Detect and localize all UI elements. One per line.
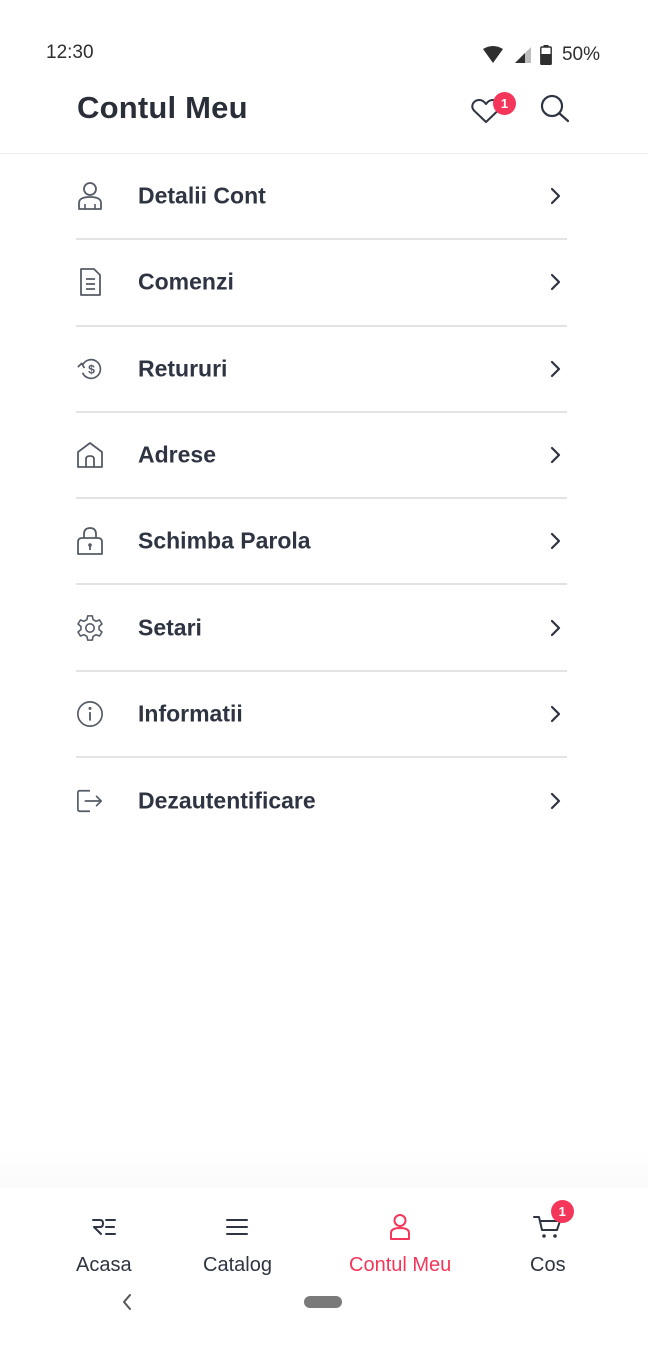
nav-label: Cos <box>530 1254 566 1276</box>
search-icon <box>538 94 572 130</box>
app-header: Contul Meu 1 <box>0 76 648 154</box>
chevron-right-icon <box>549 360 563 378</box>
menu-item-setari[interactable]: Setari <box>76 585 567 672</box>
wifi-icon <box>482 46 504 64</box>
search-button[interactable] <box>538 92 572 126</box>
nav-item-catalog[interactable]: Catalog <box>203 1212 272 1277</box>
menu-item-label: Retururi <box>138 355 228 382</box>
status-time: 12:30 <box>46 42 94 63</box>
menu-lines-icon <box>222 1212 252 1242</box>
lock-icon <box>76 526 104 556</box>
menu-item-informatii[interactable]: Informatii <box>76 672 567 759</box>
menu-item-retururi[interactable]: $ Retururi <box>76 327 567 413</box>
home-icon <box>76 440 104 470</box>
menu-item-label: Dezautentificare <box>138 787 316 814</box>
menu-item-label: Setari <box>138 614 202 641</box>
menu-item-detalii-cont[interactable]: Detalii Cont <box>76 154 567 241</box>
menu-item-label: Adrese <box>138 441 216 468</box>
nav-label: Contul Meu <box>349 1254 452 1276</box>
menu-item-label: Informatii <box>138 700 243 727</box>
user-icon <box>385 1212 415 1242</box>
favorites-count-badge: 1 <box>493 92 516 115</box>
cart-icon: 1 <box>532 1200 574 1242</box>
chevron-right-icon <box>549 273 563 291</box>
menu-item-comenzi[interactable]: Comenzi <box>76 240 567 327</box>
menu-item-adrese[interactable]: Adrese <box>76 413 567 500</box>
chevron-right-icon <box>549 532 563 550</box>
favorites-button[interactable]: 1 <box>467 92 519 132</box>
gear-icon <box>76 613 104 643</box>
account-menu: Detalii Cont Comenzi $ Retururi Adrese S… <box>76 154 567 844</box>
menu-item-dezautentificare[interactable]: Dezautentificare <box>76 758 567 844</box>
svg-text:$: $ <box>88 362 95 376</box>
system-back-icon[interactable] <box>118 1290 136 1314</box>
chevron-right-icon <box>549 187 563 205</box>
chevron-right-icon <box>549 792 563 810</box>
page-title: Contul Meu <box>77 90 248 125</box>
cart-count-badge: 1 <box>550 1200 574 1223</box>
cell-signal-icon <box>512 46 532 64</box>
user-icon <box>76 181 104 211</box>
battery-percent: 50% <box>561 44 600 65</box>
menu-item-schimba-parola[interactable]: Schimba Parola <box>76 499 567 586</box>
chevron-right-icon <box>549 446 563 464</box>
logo-icon <box>89 1212 119 1242</box>
battery-icon <box>540 45 552 65</box>
refund-icon: $ <box>76 354 104 384</box>
menu-item-label: Comenzi <box>138 268 234 295</box>
logout-icon <box>76 786 104 816</box>
chevron-right-icon <box>549 705 563 723</box>
nav-label: Acasa <box>76 1254 132 1276</box>
nav-label: Catalog <box>203 1254 272 1276</box>
nav-item-contul-meu[interactable]: Contul Meu <box>349 1212 451 1277</box>
chevron-right-icon <box>549 619 563 637</box>
bottom-nav-shadow <box>0 1150 648 1190</box>
status-icons: 50% <box>482 42 600 68</box>
nav-item-acasa[interactable]: Acasa <box>76 1212 132 1277</box>
nav-item-cos[interactable]: 1 Cos <box>530 1200 574 1277</box>
system-home-pill[interactable] <box>304 1296 342 1308</box>
menu-item-label: Detalii Cont <box>138 182 266 209</box>
menu-item-label: Schimba Parola <box>138 527 311 554</box>
bottom-nav: Acasa Catalog Contul Meu 1 Cos <box>0 1188 648 1288</box>
info-icon <box>76 699 104 729</box>
document-icon <box>76 267 104 297</box>
